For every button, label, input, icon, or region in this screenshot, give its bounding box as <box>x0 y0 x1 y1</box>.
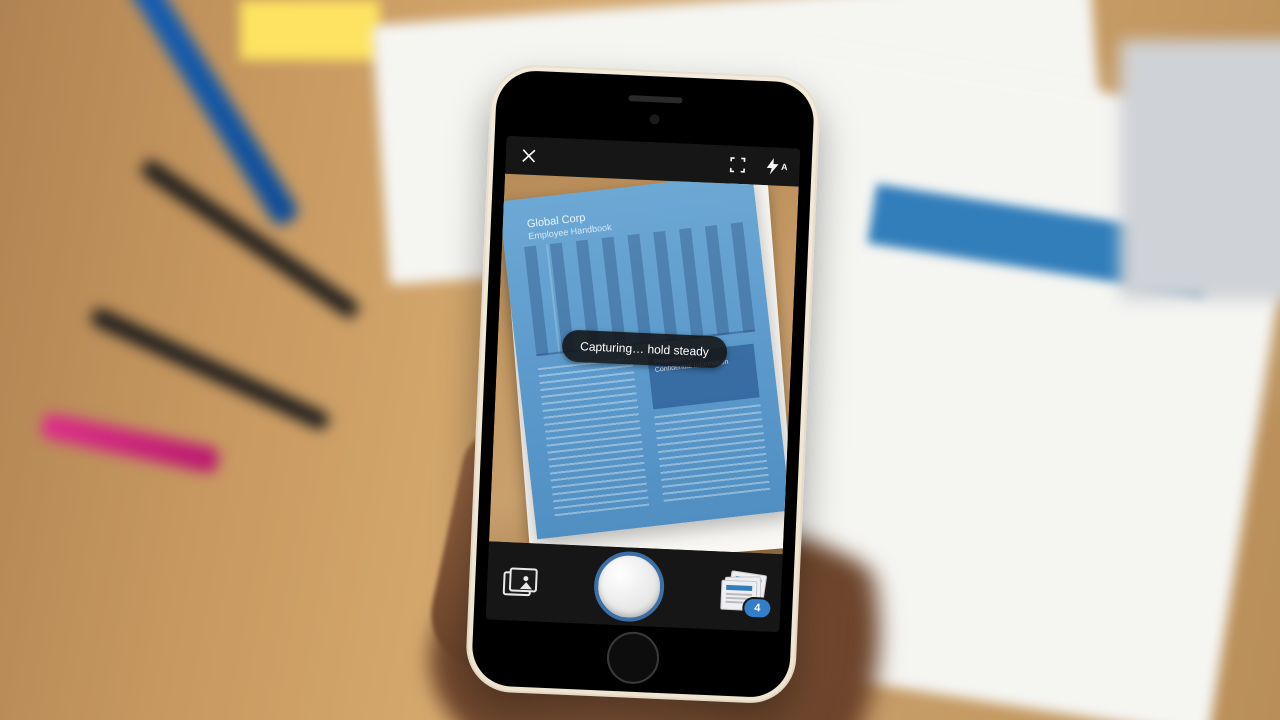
pink-marker <box>39 412 220 475</box>
laptop-corner <box>1120 40 1280 300</box>
sticky-note <box>240 0 380 60</box>
photo-library-button[interactable] <box>503 567 538 596</box>
crop-corners-icon <box>727 154 748 175</box>
flash-mode-button[interactable]: A <box>762 155 788 178</box>
black-marker <box>88 306 331 432</box>
shutter-button[interactable] <box>593 550 666 623</box>
gallery-icon <box>509 567 538 592</box>
close-button[interactable] <box>517 144 540 167</box>
flash-icon <box>762 156 783 177</box>
phone-speaker <box>628 95 682 103</box>
document-body-text <box>538 357 649 516</box>
app-screen: A Global Corp Employee Handbook Protecti… <box>486 136 801 632</box>
phone-home-button[interactable] <box>606 631 660 685</box>
boundary-detect-button[interactable] <box>726 153 749 176</box>
scanner-bottom-bar: 4 <box>486 541 783 632</box>
close-icon <box>518 145 539 166</box>
flash-mode-label: A <box>781 162 788 172</box>
desk-scene: A Global Corp Employee Handbook Protecti… <box>0 0 1280 720</box>
document-body-text <box>654 404 770 504</box>
phone-front-camera <box>649 114 659 124</box>
scanned-pages-button[interactable]: 4 <box>720 572 766 612</box>
camera-viewfinder[interactable]: Global Corp Employee Handbook Protection… <box>489 174 799 554</box>
phone-device: A Global Corp Employee Handbook Protecti… <box>464 63 821 705</box>
page-count-badge: 4 <box>744 599 771 618</box>
